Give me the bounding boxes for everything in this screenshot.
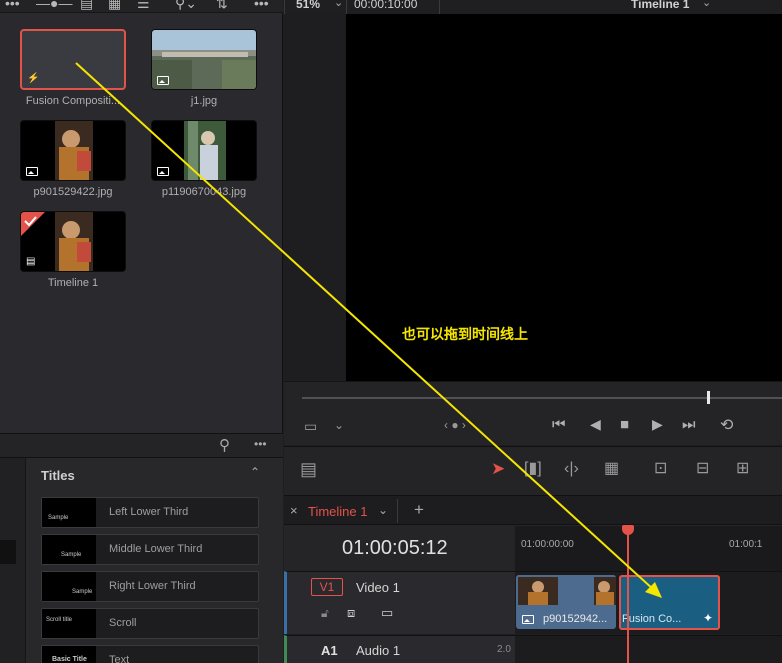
drag-arrow-annotation <box>75 62 662 598</box>
annotation-text: 也可以拖到时间线上 <box>402 326 528 342</box>
